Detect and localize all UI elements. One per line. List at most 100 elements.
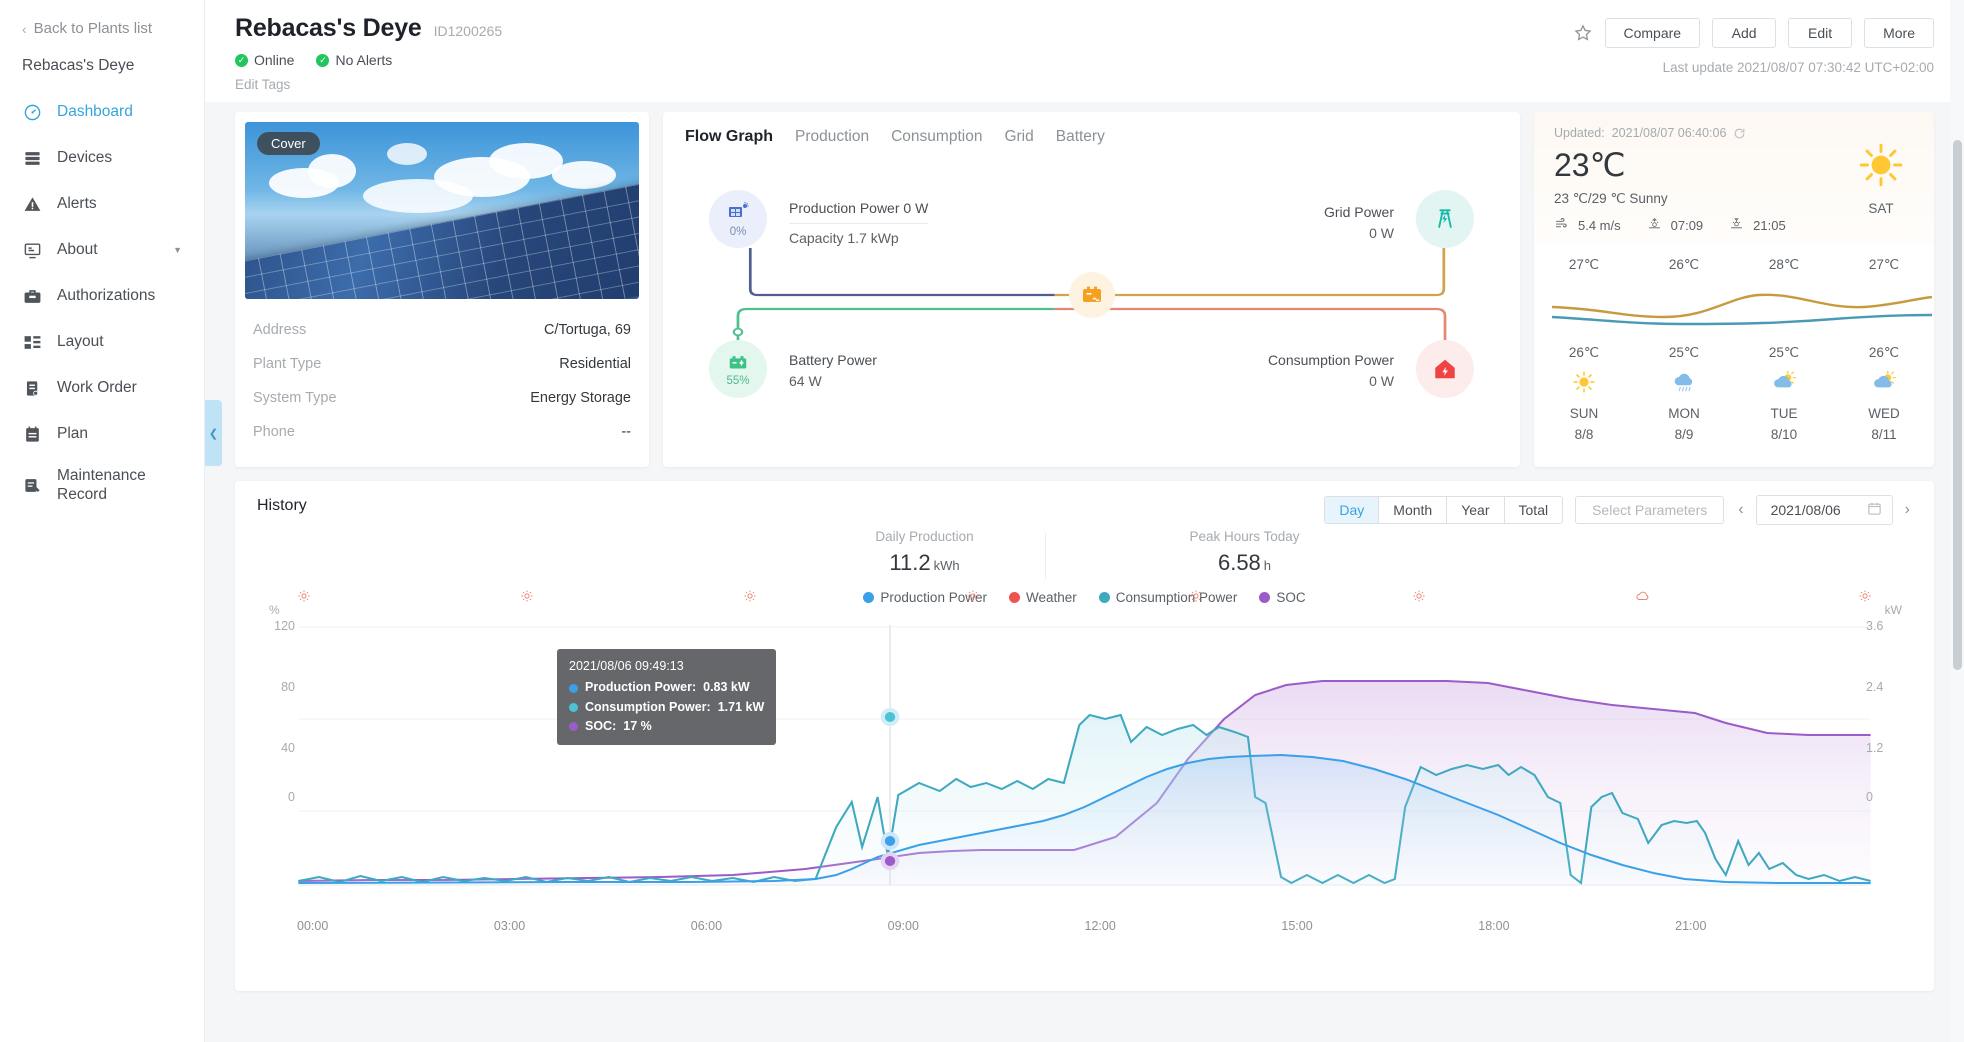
more-button[interactable]: More [1864, 18, 1934, 48]
scrollbar-thumb[interactable] [1953, 140, 1962, 670]
battery-percent: 55% [726, 375, 749, 387]
inverter-node[interactable] [1069, 272, 1115, 318]
forecast-high: 28℃ [1734, 251, 1834, 279]
battery-power-label: Battery Power 64 W [789, 350, 877, 392]
sidebar-item-plan[interactable]: Plan [0, 411, 204, 457]
sidebar-item-maintenance-record[interactable]: Maintenance Record [0, 457, 204, 514]
weather-updated: Updated: 2021/08/07 06:40:06 [1554, 126, 1914, 140]
select-parameters-button[interactable]: Select Parameters [1575, 496, 1724, 524]
consumption-node[interactable] [1416, 340, 1474, 398]
sunny-icon [1856, 140, 1906, 190]
page-scrollbar[interactable] [1950, 0, 1964, 1042]
x-tick: 21:00 [1675, 919, 1872, 933]
date-navigator: ‹ 2021/08/06 › [1736, 495, 1912, 525]
next-date-button[interactable]: › [1903, 501, 1912, 519]
wind-icon [1554, 217, 1569, 233]
work-order-icon [22, 378, 42, 398]
cover-image: Cover [245, 122, 639, 299]
chevron-down-icon[interactable]: ▼ [173, 245, 182, 255]
forecast-high: 26℃ [1634, 251, 1734, 279]
info-row-address: Address C/Tortuga, 69 [251, 313, 633, 347]
sidebar-item-authorizations[interactable]: Authorizations [0, 273, 204, 319]
tooltip-value: 0.83 kW [703, 678, 750, 697]
sidebar-item-layout[interactable]: Layout [0, 319, 204, 365]
about-icon [22, 240, 42, 260]
partly-cloudy-icon [1769, 369, 1799, 395]
battery-node[interactable]: 55% [709, 340, 767, 398]
forecast-high: 27℃ [1534, 251, 1634, 279]
calendar-icon [1867, 501, 1882, 519]
tab-grid[interactable]: Grid [1004, 128, 1033, 146]
stat-label: Daily Production [765, 529, 1085, 544]
sunny-icon [743, 589, 757, 608]
refresh-icon[interactable] [1733, 127, 1746, 140]
tab-consumption[interactable]: Consumption [891, 128, 982, 146]
tab-flow-graph[interactable]: Flow Graph [685, 128, 773, 146]
plant-info-list: Address C/Tortuga, 69 Plant Type Residen… [245, 299, 639, 457]
date-picker[interactable]: 2021/08/06 [1756, 495, 1893, 525]
compare-button[interactable]: Compare [1605, 18, 1701, 48]
range-month[interactable]: Month [1379, 497, 1447, 523]
back-to-plants-list[interactable]: ‹ Back to Plants list [0, 14, 204, 43]
battery-power-title: Battery Power [789, 350, 877, 371]
chart-tooltip: 2021/08/06 09:49:13 Production Power: 0.… [557, 649, 776, 745]
status-badge-online: ✓ Online [235, 52, 294, 68]
forecast-date: 8/9 [1634, 421, 1734, 444]
plant-id: ID1200265 [434, 23, 503, 39]
tab-production[interactable]: Production [795, 128, 869, 146]
sidebar-item-dashboard[interactable]: Dashboard [0, 89, 204, 135]
range-day[interactable]: Day [1325, 497, 1379, 523]
info-row-plant-type: Plant Type Residential [251, 347, 633, 381]
prev-date-button[interactable]: ‹ [1736, 501, 1745, 519]
forecast-icons [1534, 367, 1934, 404]
consumption-power-label: Consumption Power 0 W [1268, 350, 1394, 392]
y-tick-right-2-4: 2.4 [1866, 680, 1912, 694]
solar-percent: 0% [730, 226, 747, 238]
sidebar-item-devices[interactable]: Devices [0, 135, 204, 181]
x-tick: 15:00 [1281, 919, 1478, 933]
add-button[interactable]: Add [1712, 18, 1776, 48]
forecast-dow: SUN [1534, 404, 1634, 421]
stat-unit: h [1264, 558, 1271, 573]
info-key: Plant Type [253, 356, 321, 372]
sidebar-item-about[interactable]: About ▼ [0, 227, 204, 273]
forecast-low: 26℃ [1834, 339, 1934, 367]
tooltip-value: 1.71 kW [718, 698, 765, 717]
sunrise-icon [1647, 217, 1662, 233]
forecast-lows: 26℃ 25℃ 25℃ 26℃ [1534, 339, 1934, 367]
history-chart[interactable]: % kW [257, 607, 1912, 907]
back-label: Back to Plants list [34, 20, 152, 37]
sunset-time: 21:05 [1753, 218, 1786, 233]
stat-value: 6.58 [1218, 550, 1261, 575]
consumption-power-title: Consumption Power [1268, 350, 1394, 371]
y-tick-left-0: 0 [257, 790, 295, 804]
range-year[interactable]: Year [1447, 497, 1504, 523]
history-controls: Day Month Year Total Select Parameters ‹… [1324, 495, 1912, 525]
range-total[interactable]: Total [1505, 497, 1563, 523]
x-tick: 09:00 [888, 919, 1085, 933]
sunrise-time: 07:09 [1671, 218, 1704, 233]
info-value: Residential [559, 356, 631, 372]
tooltip-row: Production Power: 0.83 kW [569, 678, 764, 697]
sidebar-item-work-order[interactable]: Work Order [0, 365, 204, 411]
sunny-icon [1412, 589, 1426, 608]
header-actions: Compare Add Edit More [1573, 18, 1935, 48]
forecast-dow: TUE [1734, 404, 1834, 421]
info-row-phone: Phone -- [251, 415, 633, 449]
forecast-low: 26℃ [1534, 339, 1634, 367]
cloud-shape [387, 143, 427, 165]
edit-tags-link[interactable]: Edit Tags [235, 77, 1934, 92]
status-online-label: Online [254, 52, 294, 68]
flow-tabs: Flow Graph Production Consumption Grid B… [685, 128, 1498, 146]
sidebar-collapse-handle[interactable]: ❮ [205, 400, 222, 466]
grid-node[interactable] [1416, 190, 1474, 248]
tab-battery[interactable]: Battery [1056, 128, 1105, 146]
solar-node[interactable]: 0% [709, 190, 767, 248]
capacity-value: Capacity 1.7 kWp [789, 228, 928, 249]
forecast-dates: 8/8 8/9 8/10 8/11 [1534, 421, 1934, 444]
favorite-star-icon[interactable] [1573, 23, 1593, 43]
edit-button[interactable]: Edit [1788, 18, 1852, 48]
sidebar-item-alerts[interactable]: Alerts [0, 181, 204, 227]
weather-current: Updated: 2021/08/07 06:40:06 23℃ 23 ℃/29… [1534, 112, 1934, 245]
production-power-value: Production Power 0 W [789, 198, 928, 224]
